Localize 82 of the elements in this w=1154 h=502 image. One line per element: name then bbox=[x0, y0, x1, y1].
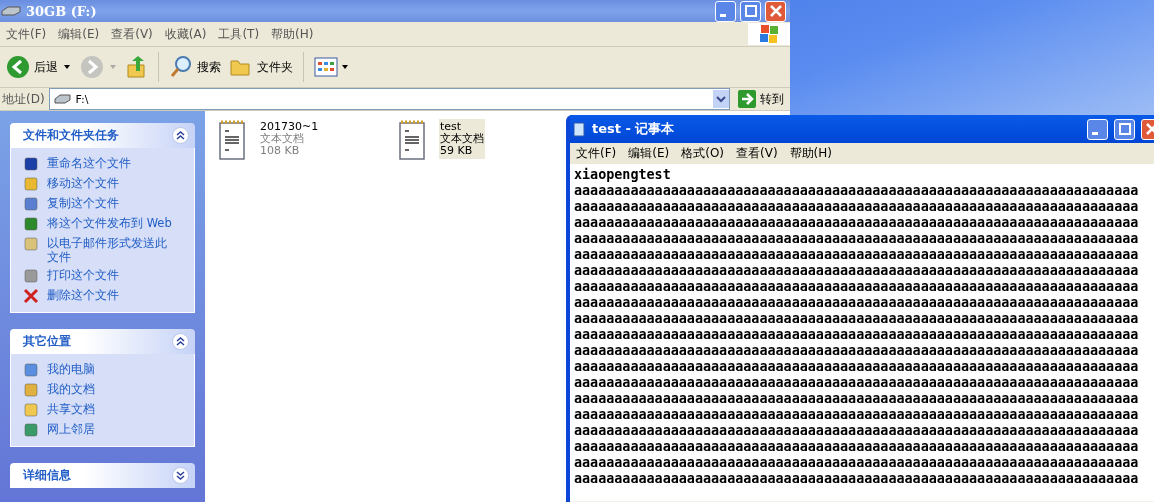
maximize-button[interactable] bbox=[740, 0, 761, 22]
close-icon bbox=[769, 5, 782, 17]
text-line: aaaaaaaaaaaaaaaaaaaaaaaaaaaaaaaaaaaaaaaaaaaaaaaaaaaaaaaaaaaaaaaaaaaaaa bbox=[574, 407, 1139, 423]
menu-item[interactable]: 文件(F) bbox=[570, 145, 623, 162]
text-line: aaaaaaaaaaaaaaaaaaaaaaaaaaaaaaaaaaaaaaaaaaaaaaaaaaaaaaaaaaaaaaaaaaaaaa bbox=[574, 279, 1139, 295]
chevron-icon[interactable] bbox=[172, 333, 189, 350]
notepad-icon bbox=[572, 121, 586, 137]
close-icon bbox=[1145, 123, 1154, 135]
window-title: 30GB (F:) bbox=[26, 3, 97, 19]
text-line: aaaaaaaaaaaaaaaaaaaaaaaaaaaaaaaaaaaaaaaaaaaaaaaaaaaaaaaaaaaaaaaaaaaaaa bbox=[574, 439, 1139, 455]
menu-item[interactable]: 格式(O) bbox=[675, 145, 731, 162]
text-line: aaaaaaaaaaaaaaaaaaaaaaaaaaaaaaaaaaaaaaaaaaaaaaaaaaaaaaaaaaaaaaaaaaaaaa bbox=[574, 375, 1139, 391]
menu-item[interactable]: 收藏(A) bbox=[158, 25, 213, 43]
text-line: xiaopengtest bbox=[574, 167, 671, 183]
text-line: aaaaaaaaaaaaaaaaaaaaaaaaaaaaaaaaaaaaaaaaaaaaaaaaaaaaaaaaaaaaaaaaaaaaaa bbox=[574, 391, 1139, 407]
text-line: aaaaaaaaaaaaaaaaaaaaaaaaaaaaaaaaaaaaaaaaaaaaaaaaaaaaaaaaaaaaaaaaaaaaaa bbox=[574, 199, 1139, 215]
search-button[interactable]: 搜索 bbox=[167, 53, 223, 81]
text-line: aaaaaaaaaaaaaaaaaaaaaaaaaaaaaaaaaaaaaaaaaaaaaaaaaaaaaaaaaaaaaaaaaaaaaa bbox=[574, 295, 1139, 311]
views-icon bbox=[314, 57, 338, 77]
menu-item[interactable]: 帮助(H) bbox=[265, 25, 320, 43]
task-link[interactable]: 将这个文件发布到 Web bbox=[47, 216, 177, 230]
task-link[interactable]: 移动这个文件 bbox=[47, 176, 177, 190]
task-link[interactable]: 我的电脑 bbox=[47, 362, 177, 376]
task-link[interactable]: 复制这个文件 bbox=[47, 196, 177, 210]
panel-header[interactable]: 文件和文件夹任务 bbox=[10, 123, 195, 148]
address-label: 地址(D) bbox=[2, 90, 45, 108]
file-label[interactable]: test 文本文档 59 KB bbox=[439, 119, 485, 159]
chevron-icon[interactable] bbox=[172, 127, 189, 144]
file-label[interactable]: 201730~1 文本文档 108 KB bbox=[259, 119, 320, 159]
minimize-button[interactable] bbox=[715, 0, 736, 22]
back-button[interactable]: 后退 bbox=[4, 53, 60, 81]
windows-logo-icon bbox=[748, 23, 790, 45]
text-line: aaaaaaaaaaaaaaaaaaaaaaaaaaaaaaaaaaaaaaaaaaaaaaaaaaaaaaaaaaaaaaaaaaaaaa bbox=[574, 183, 1139, 199]
task-link[interactable]: 打印这个文件 bbox=[47, 268, 177, 282]
menu-item[interactable]: 编辑(E) bbox=[52, 25, 106, 43]
text-line: aaaaaaaaaaaaaaaaaaaaaaaaaaaaaaaaaaaaaaaaaaaaaaaaaaaaaaaaaaaaaaaaaaaaaa bbox=[574, 343, 1139, 359]
menu-item[interactable]: 帮助(H) bbox=[783, 145, 838, 162]
drive-icon bbox=[53, 94, 72, 104]
minimize-button[interactable] bbox=[1087, 118, 1108, 140]
task-link[interactable]: 以电子邮件形式发送此文件 bbox=[47, 236, 177, 264]
menu-item[interactable]: 查看(V) bbox=[105, 25, 159, 43]
text-line: aaaaaaaaaaaaaaaaaaaaaaaaaaaaaaaaaaaaaaaaaaaaaaaaaaaaaaaaaaaaaaaaaaaaaa bbox=[574, 455, 1139, 471]
maximize-icon bbox=[744, 5, 757, 17]
maximize-button[interactable] bbox=[1114, 118, 1135, 140]
menu-item[interactable]: 工具(T) bbox=[212, 25, 266, 43]
views-button[interactable] bbox=[312, 55, 350, 79]
address-value: F:\ bbox=[75, 92, 89, 106]
folders-button[interactable]: 文件夹 bbox=[227, 54, 295, 80]
up-folder-icon bbox=[126, 55, 148, 79]
caret-icon[interactable] bbox=[64, 65, 70, 69]
text-line: aaaaaaaaaaaaaaaaaaaaaaaaaaaaaaaaaaaaaaaaaaaaaaaaaaaaaaaaaaaaaaaaaaaaaa bbox=[574, 215, 1139, 231]
task-link[interactable]: 我的文档 bbox=[47, 382, 177, 396]
delete-icon bbox=[23, 288, 39, 304]
text-line: aaaaaaaaaaaaaaaaaaaaaaaaaaaaaaaaaaaaaaaaaaaaaaaaaaaaaaaaaaaaaaaaaaaaaa bbox=[574, 247, 1139, 263]
minimize-icon bbox=[1092, 131, 1098, 135]
caret-icon bbox=[342, 65, 348, 69]
task-link[interactable]: 删除这个文件 bbox=[47, 288, 177, 302]
text-line: aaaaaaaaaaaaaaaaaaaaaaaaaaaaaaaaaaaaaaaaaaaaaaaaaaaaaaaaaaaaaaaaaaaaaa bbox=[574, 359, 1139, 375]
chevron-icon[interactable] bbox=[172, 467, 189, 484]
go-arrow-icon bbox=[738, 90, 756, 108]
text-line: aaaaaaaaaaaaaaaaaaaaaaaaaaaaaaaaaaaaaaaaaaaaaaaaaaaaaaaaaaaaaaaaaaaaaa bbox=[574, 423, 1139, 439]
minimize-icon bbox=[720, 13, 726, 17]
panel-header[interactable]: 详细信息 bbox=[10, 463, 195, 488]
menu-item[interactable]: 编辑(E) bbox=[622, 145, 676, 162]
text-line: aaaaaaaaaaaaaaaaaaaaaaaaaaaaaaaaaaaaaaaaaaaaaaaaaaaaaaaaaaaaaaaaaaaaaa bbox=[574, 231, 1139, 247]
panel-header[interactable]: 其它位置 bbox=[10, 329, 195, 354]
window-title: test - 记事本 bbox=[592, 120, 675, 138]
text-line: aaaaaaaaaaaaaaaaaaaaaaaaaaaaaaaaaaaaaaaaaaaaaaaaaaaaaaaaaaaaaaaaaaaaaa bbox=[574, 311, 1139, 327]
task-link[interactable]: 网上邻居 bbox=[47, 422, 177, 436]
task-link[interactable]: 重命名这个文件 bbox=[47, 156, 177, 170]
drive-icon bbox=[0, 5, 22, 17]
maximize-icon bbox=[1118, 123, 1131, 135]
menu-item[interactable]: 查看(V) bbox=[730, 145, 784, 162]
menu-item[interactable]: 文件(F) bbox=[0, 25, 53, 43]
go-button[interactable]: 转到 bbox=[734, 90, 788, 108]
text-line: aaaaaaaaaaaaaaaaaaaaaaaaaaaaaaaaaaaaaaaaaaaaaaaaaaaaaaaaaaaaaaaaaaaaaa bbox=[574, 327, 1139, 343]
text-line: aaaaaaaaaaaaaaaaaaaaaaaaaaaaaaaaaaaaaaaaaaaaaaaaaaaaaaaaaaaaaaaaaaaaaa bbox=[574, 263, 1139, 279]
text-line: aaaaaaaaaaaaaaaaaaaaaaaaaaaaaaaaaaaaaaaaaaaaaaaaaaaaaaaaaaaaaaaaaaaaaa bbox=[574, 471, 1139, 487]
close-button[interactable] bbox=[765, 0, 786, 22]
address-field[interactable]: F:\ bbox=[48, 88, 730, 110]
task-link[interactable]: 共享文档 bbox=[47, 402, 177, 416]
search-icon bbox=[169, 55, 193, 79]
